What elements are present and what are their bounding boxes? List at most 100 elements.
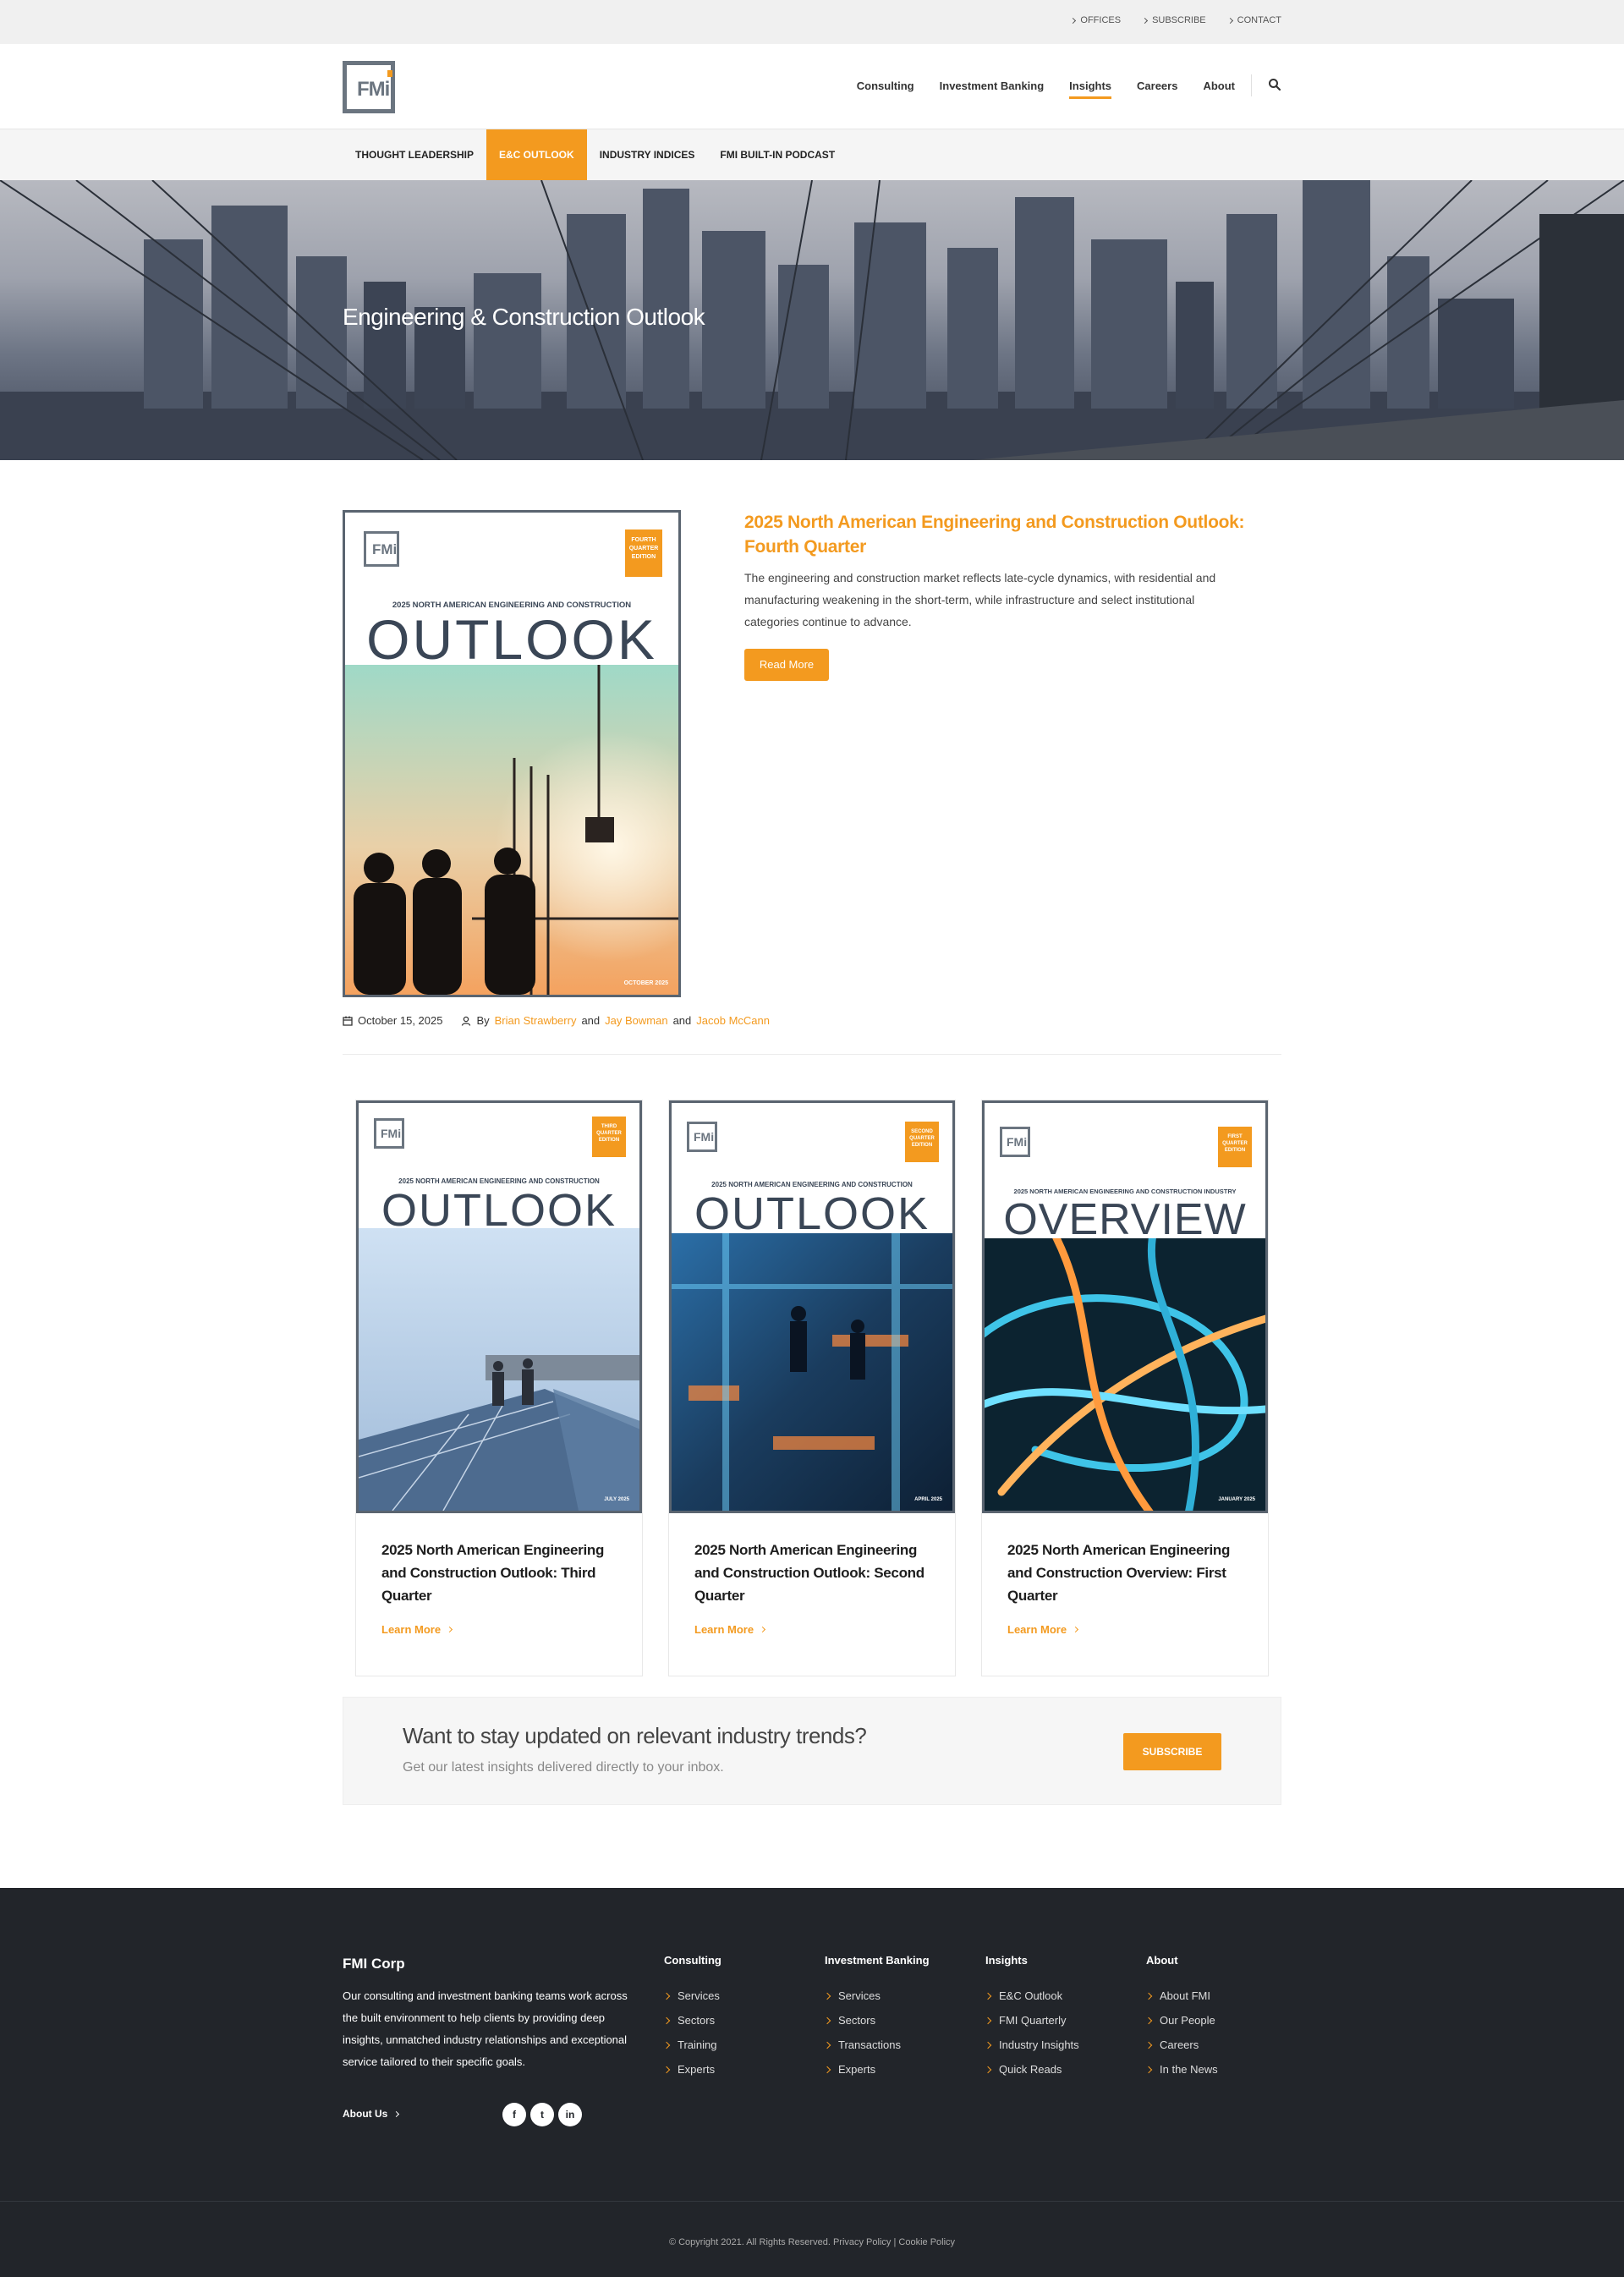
cover-date: OCTOBER 2025 (623, 980, 668, 986)
footer-link[interactable]: FMI Quarterly (984, 2008, 1129, 2033)
footer-link[interactable]: Transactions (823, 2033, 968, 2057)
tab-thought-leadership[interactable]: THOUGHT LEADERSHIP (343, 129, 486, 181)
learn-more-link[interactable]: Learn More (1007, 1623, 1079, 1636)
insights-subnav: THOUGHT LEADERSHIP E&C OUTLOOK INDUSTRY … (0, 129, 1624, 181)
footer-link[interactable]: Services (662, 1983, 808, 2008)
report-cover: FMi SECOND QUARTER EDITION 2025 NORTH AM… (669, 1100, 955, 1513)
read-more-button[interactable]: Read More (744, 649, 829, 681)
chevron-right-icon (1144, 2041, 1153, 2049)
cover-edition-badge: FIRST QUARTER EDITION (1218, 1127, 1252, 1167)
report-card[interactable]: FMi SECOND QUARTER EDITION 2025 NORTH AM… (668, 1100, 956, 1676)
copyright: © Copyright 2021. All Rights Reserved. P… (0, 2237, 1624, 2247)
and-label: and (672, 1014, 692, 1027)
nav-investment-banking[interactable]: Investment Banking (940, 80, 1045, 99)
chevron-right-icon (1144, 2066, 1153, 2073)
footer-link[interactable]: In the News (1144, 2057, 1290, 2082)
solar-rooftop-image (359, 1228, 639, 1511)
footer-link[interactable]: Experts (662, 2057, 808, 2082)
subscribe-button[interactable]: SUBSCRIBE (1123, 1733, 1221, 1770)
cover-date: JANUARY 2025 (1218, 1497, 1255, 1502)
report-card[interactable]: FMi THIRD QUARTER EDITION 2025 NORTH AME… (355, 1100, 643, 1676)
linkedin-icon[interactable]: in (558, 2103, 582, 2126)
cover-edition-badge: THIRD QUARTER EDITION (592, 1117, 626, 1157)
main-header: FMi Consulting Investment Banking Insigh… (0, 44, 1624, 129)
footer-link[interactable]: Our People (1144, 2008, 1290, 2033)
card-title[interactable]: 2025 North American Engineering and Cons… (381, 1539, 623, 1607)
cover-logo: FMi (374, 1118, 404, 1149)
offices-link[interactable]: OFFICES (1070, 15, 1121, 25)
search-icon[interactable] (1268, 78, 1281, 91)
publish-date: October 15, 2025 (358, 1014, 443, 1027)
main-nav: Consulting Investment Banking Insights C… (857, 80, 1235, 99)
nav-consulting[interactable]: Consulting (857, 80, 914, 99)
cookie-policy-link[interactable]: Cookie Policy (898, 2237, 955, 2247)
footer-column-title: Insights (985, 1954, 1028, 1967)
nav-about[interactable]: About (1203, 80, 1235, 99)
learn-more-link[interactable]: Learn More (694, 1623, 766, 1636)
report-cover: FMi THIRD QUARTER EDITION 2025 NORTH AME… (356, 1100, 642, 1513)
learn-more-link[interactable]: Learn More (381, 1623, 453, 1636)
author-link[interactable]: Jay Bowman (605, 1014, 667, 1027)
highway-interchange-image (985, 1238, 1265, 1511)
chevron-right-icon (662, 2066, 671, 2073)
privacy-policy-link[interactable]: Privacy Policy (833, 2237, 891, 2247)
footer-link[interactable]: Careers (1144, 2033, 1290, 2057)
user-icon (462, 1016, 471, 1026)
copyright-text: © Copyright 2021. All Rights Reserved. (668, 2237, 831, 2247)
contact-link[interactable]: CONTACT (1226, 15, 1281, 25)
tab-industry-indices[interactable]: INDUSTRY INDICES (587, 129, 708, 181)
subscribe-title: Want to stay updated on relevant industr… (403, 1723, 867, 1748)
footer-description: Our consulting and investment banking te… (343, 1989, 628, 2068)
featured-report-cover[interactable]: FMi FOURTH QUARTER EDITION 2025 NORTH AM… (343, 510, 681, 997)
footer-link[interactable]: About FMI (1144, 1983, 1290, 2008)
footer-column-title: About (1146, 1954, 1178, 1967)
twitter-icon[interactable]: t (530, 2103, 554, 2126)
cover-logo: FMi (687, 1122, 717, 1152)
chevron-right-icon (823, 2041, 831, 2049)
subnav-items: THOUGHT LEADERSHIP E&C OUTLOOK INDUSTRY … (343, 129, 848, 181)
footer-link[interactable]: Sectors (823, 2008, 968, 2033)
chevron-right-icon (1142, 17, 1149, 24)
chevron-right-icon (984, 1992, 992, 2000)
construction-workers-image (345, 665, 678, 995)
footer-link[interactable]: Services (823, 1983, 968, 2008)
report-card[interactable]: FMi FIRST QUARTER EDITION 2025 NORTH AME… (981, 1100, 1269, 1676)
cover-edition-badge: SECOND QUARTER EDITION (905, 1122, 939, 1162)
logo-accent (387, 70, 392, 77)
tab-podcast[interactable]: FMI BUILT-IN PODCAST (707, 129, 848, 181)
featured-report-title[interactable]: 2025 North American Engineering and Cons… (744, 510, 1252, 559)
author-link[interactable]: Jacob McCann (696, 1014, 770, 1027)
footer-column-about: About About FMI Our People Careers In th… (1144, 1954, 1290, 2082)
utility-bar: OFFICES SUBSCRIBE CONTACT (0, 0, 1624, 44)
nav-insights[interactable]: Insights (1069, 80, 1111, 99)
chevron-right-icon (984, 2066, 992, 2073)
footer-link[interactable]: Experts (823, 2057, 968, 2082)
by-label: By (476, 1014, 490, 1027)
author-link[interactable]: Brian Strawberry (495, 1014, 577, 1027)
calendar-icon (343, 1016, 353, 1026)
fmi-logo[interactable]: FMi (343, 61, 395, 113)
facebook-icon[interactable]: f (502, 2103, 526, 2126)
card-title[interactable]: 2025 North American Engineering and Cons… (1007, 1539, 1248, 1607)
about-us-link[interactable]: About Us (343, 2108, 400, 2120)
chevron-right-icon (1226, 17, 1233, 24)
cover-logo: FMi (364, 531, 399, 567)
footer-link[interactable]: Sectors (662, 2008, 808, 2033)
footer-link[interactable]: Quick Reads (984, 2057, 1129, 2082)
nav-careers[interactable]: Careers (1137, 80, 1177, 99)
subscribe-link[interactable]: SUBSCRIBE (1142, 15, 1206, 25)
footer-link[interactable]: Industry Insights (984, 2033, 1129, 2057)
footer-link[interactable]: Training (662, 2033, 808, 2057)
section-divider (343, 1054, 1281, 1055)
cover-logo: FMi (1000, 1127, 1030, 1157)
footer-column-insights: Insights E&C Outlook FMI Quarterly Indus… (984, 1954, 1129, 2082)
cover-date: APRIL 2025 (914, 1497, 942, 1502)
tab-ec-outlook[interactable]: E&C OUTLOOK (486, 129, 587, 181)
chevron-right-icon (984, 2016, 992, 2024)
city-skyline-image (0, 180, 1624, 460)
footer-link[interactable]: E&C Outlook (984, 1983, 1129, 2008)
card-title[interactable]: 2025 North American Engineering and Cons… (694, 1539, 935, 1607)
chevron-right-icon (1144, 1992, 1153, 2000)
chevron-right-icon (984, 2041, 992, 2049)
footer-column-consulting: Consulting Services Sectors Training Exp… (662, 1954, 808, 2082)
